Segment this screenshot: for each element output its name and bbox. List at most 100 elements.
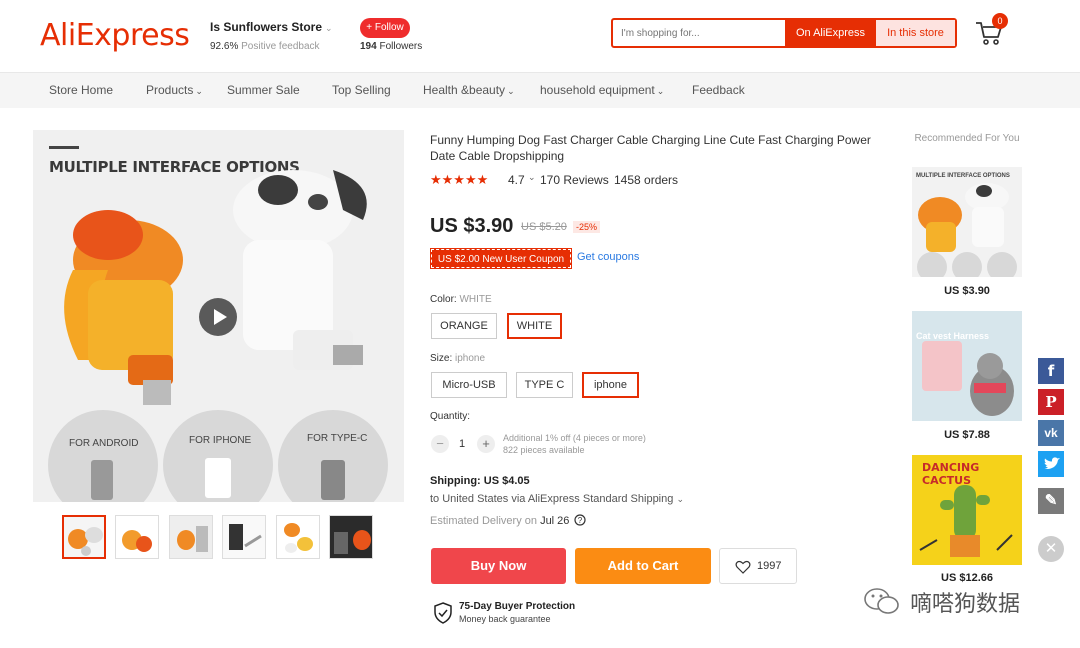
play-icon — [214, 309, 227, 325]
nav-summer-sale[interactable]: Summer Sale — [227, 83, 300, 97]
nav-label: Summer Sale — [227, 83, 300, 97]
store-nav: Store Home Products ⌄ Summer Sale Top Sel… — [0, 72, 1080, 108]
nav-label: Top Selling — [332, 83, 391, 97]
nav-top-selling[interactable]: Top Selling — [332, 83, 391, 97]
followers-label: Followers — [379, 41, 423, 52]
watermark-text: 嘀嗒狗数据 — [910, 592, 1021, 617]
size-option-micro-usb[interactable]: Micro-USB — [431, 372, 507, 398]
wechat-icon — [864, 588, 899, 614]
chevron-down-icon[interactable]: ⌄ — [676, 494, 684, 504]
recommended-item-image[interactable]: DANCING CACTUS — [912, 455, 1022, 565]
quantity-decrease-button[interactable]: − — [431, 435, 449, 453]
price: US $3.90 — [430, 215, 514, 237]
shield-check-icon — [434, 602, 452, 624]
chevron-down-icon[interactable]: ⌄ — [528, 172, 536, 183]
color-option-orange[interactable]: ORANGE — [431, 313, 497, 339]
feedback-percent: 92.6% — [210, 41, 239, 52]
thumbnail[interactable] — [169, 515, 213, 559]
feedback-label: Positive feedback — [241, 41, 320, 52]
color-selected: WHITE — [459, 294, 492, 305]
chevron-down-icon: ⌄ — [656, 86, 665, 96]
qty-discount-note: Additional 1% off (4 pieces or more) — [503, 433, 646, 443]
get-coupons-link[interactable]: Get coupons — [577, 251, 639, 263]
thumbnail-image — [277, 516, 319, 558]
aliexpress-logo[interactable]: AliExpress — [40, 18, 190, 53]
size-option-type-c[interactable]: TYPE C — [516, 372, 573, 398]
nav-label: Health &beauty — [423, 83, 506, 97]
thumbnail-image — [330, 516, 372, 558]
delivery-label: Estimated Delivery on — [430, 515, 537, 527]
thumbnail-image — [223, 516, 265, 558]
size-label-text: Size: — [430, 353, 453, 364]
recommended-item-image[interactable]: Cat vest Harness — [912, 311, 1022, 421]
cart-count-badge: 0 — [992, 13, 1008, 29]
recommended-title: Recommended For You — [914, 133, 1020, 144]
thumbnail-image — [64, 517, 104, 557]
svg-text:?: ? — [578, 516, 583, 525]
play-video-button[interactable] — [199, 298, 237, 336]
recommended-price[interactable]: US $3.90 — [912, 285, 1022, 297]
new-user-coupon[interactable]: US $2.00 New User Coupon — [430, 248, 572, 269]
thumbnail[interactable] — [222, 515, 266, 559]
buy-now-button[interactable]: Buy Now — [431, 548, 566, 584]
store-name[interactable]: Is Sunflowers Store ⌄ — [210, 20, 333, 34]
ship-to-text[interactable]: to United States via AliExpress Standard… — [430, 493, 673, 505]
facebook-share-icon[interactable]: f — [1038, 358, 1064, 384]
thumbnail[interactable] — [62, 515, 106, 559]
color-option-white[interactable]: WHITE — [507, 313, 562, 339]
rating-value[interactable]: 4.7 — [508, 173, 525, 187]
nav-health-beauty[interactable]: Health &beauty ⌄ — [423, 83, 515, 97]
search-in-store-button[interactable]: In this store — [876, 20, 955, 46]
orders-count: 1458 orders — [614, 173, 679, 187]
recommended-image-text: DANCING CACTUS — [922, 461, 980, 487]
thumbnail[interactable] — [276, 515, 320, 559]
help-icon[interactable]: ? — [574, 514, 587, 526]
search-input[interactable] — [621, 24, 781, 42]
wishlist-button[interactable]: 1997 — [719, 548, 797, 584]
nav-store-home[interactable]: Store Home — [49, 83, 113, 97]
nav-household-equipment[interactable]: household equipment ⌄ — [540, 83, 664, 97]
rating-stars-icon: ★★★★★ — [430, 172, 489, 187]
quantity-value[interactable]: 1 — [459, 438, 465, 450]
search-on-aliexpress-button[interactable]: On AliExpress — [785, 20, 876, 46]
recommended-price[interactable]: US $12.66 — [912, 572, 1022, 584]
followers: 194 Followers — [360, 41, 422, 52]
twitter-share-icon[interactable] — [1038, 451, 1064, 477]
chevron-down-icon: ⌄ — [507, 86, 515, 96]
search-bar: On AliExpress In this store — [611, 18, 957, 48]
wishlist-count: 1997 — [757, 560, 782, 572]
vk-share-icon[interactable]: vk — [1038, 420, 1064, 446]
delivery-date: Jul 26 — [540, 515, 570, 527]
chevron-down-icon[interactable]: ⌄ — [325, 23, 333, 33]
add-to-cart-button[interactable]: Add to Cart — [575, 548, 711, 584]
color-label: Color: WHITE — [430, 294, 492, 305]
size-option-iphone[interactable]: iphone — [582, 372, 639, 398]
nav-label: Store Home — [49, 83, 114, 97]
pinterest-share-icon[interactable]: P — [1038, 389, 1064, 415]
follow-button[interactable]: + Follow — [360, 18, 410, 38]
main-product-image[interactable]: MULTIPLE INTERFACE OPTIONS FOR ANDROID F… — [33, 130, 404, 502]
edit-icon[interactable]: ✎ — [1038, 488, 1064, 514]
thumbnail[interactable] — [115, 515, 159, 559]
cat-harness-image — [912, 311, 1022, 421]
recommended-price[interactable]: US $7.88 — [912, 429, 1022, 441]
thumbnail-image — [170, 516, 212, 558]
shipping-destination[interactable]: to United States via AliExpress Standard… — [430, 493, 684, 505]
thumbnail-image — [116, 516, 158, 558]
color-label-text: Color: — [430, 294, 457, 305]
reviews-count[interactable]: 170 Reviews — [540, 173, 609, 187]
size-selected: iphone — [455, 353, 486, 364]
quantity-note: Additional 1% off (4 pieces or more) 822… — [503, 432, 646, 456]
size-label: Size: iphone — [430, 353, 485, 364]
nav-products[interactable]: Products ⌄ — [146, 83, 203, 97]
quantity-increase-button[interactable]: + — [477, 435, 495, 453]
thumbnail[interactable] — [329, 515, 373, 559]
recommended-item-image[interactable]: MULTIPLE INTERFACE OPTIONS — [912, 167, 1022, 277]
close-icon[interactable]: ✕ — [1038, 536, 1064, 562]
port-label-iphone: FOR IPHONE — [189, 435, 252, 446]
quantity-label: Quantity: — [430, 411, 471, 422]
nav-label: Products — [146, 83, 194, 97]
store-name-text[interactable]: Is Sunflowers Store — [210, 20, 322, 34]
dog-charger-image — [917, 183, 1017, 277]
nav-feedback[interactable]: Feedback — [692, 83, 745, 97]
